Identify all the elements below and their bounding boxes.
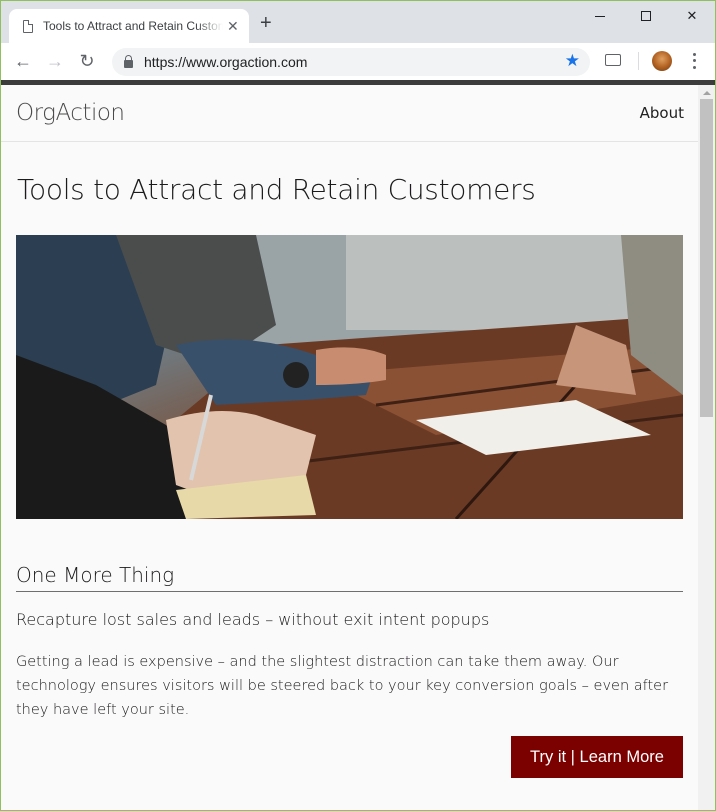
maximize-button[interactable] — [623, 1, 669, 31]
toolbar-divider — [638, 52, 639, 70]
maximize-icon — [641, 11, 651, 21]
site-header: OrgAction About — [1, 85, 698, 142]
new-tab-button[interactable]: + — [260, 13, 272, 33]
page-icon — [23, 19, 33, 33]
page-viewport: OrgAction About Tools to Attract and Ret… — [1, 85, 698, 810]
forward-button[interactable]: → — [39, 46, 71, 78]
window-controls: ✕ — [577, 1, 715, 31]
scroll-up-icon[interactable] — [703, 91, 711, 95]
close-icon: ✕ — [686, 8, 698, 23]
page-title: Tools to Attract and Retain Customers — [17, 173, 536, 206]
tab-close-icon[interactable]: ✕ — [227, 18, 239, 35]
scrollbar[interactable] — [698, 85, 715, 810]
address-bar[interactable]: https://www.orgaction.com ★ — [112, 48, 590, 76]
forward-icon: → — [46, 51, 64, 71]
hero-image — [16, 235, 683, 519]
browser-tab[interactable]: Tools to Attract and Retain Customers ✕ — [9, 9, 249, 43]
tab-strip: Tools to Attract and Retain Customers ✕ … — [1, 1, 715, 43]
nav-link-about[interactable]: About — [640, 104, 684, 122]
scroll-thumb[interactable] — [700, 99, 713, 417]
avatar[interactable] — [652, 51, 672, 71]
menu-icon[interactable] — [689, 51, 699, 71]
minimize-icon — [595, 15, 605, 17]
reload-icon: ↻ — [79, 51, 95, 71]
hero-illustration — [16, 235, 683, 519]
tab-title: Tools to Attract and Retain Customers — [43, 19, 223, 33]
close-window-button[interactable]: ✕ — [669, 1, 715, 31]
star-icon[interactable]: ★ — [565, 51, 580, 71]
back-icon: ← — [14, 51, 32, 71]
lock-icon — [124, 55, 133, 68]
url-text: https://www.orgaction.com — [144, 54, 308, 70]
brand-logo[interactable]: OrgAction — [16, 100, 125, 126]
minimize-button[interactable] — [577, 1, 623, 31]
back-button[interactable]: ← — [7, 46, 39, 78]
section-body: Getting a lead is expensive – and the sl… — [16, 654, 669, 718]
section-heading: One More Thing — [16, 563, 683, 592]
section-subheading: Recapture lost sales and leads – without… — [16, 610, 490, 629]
cast-icon[interactable] — [605, 54, 621, 66]
reload-button[interactable]: ↻ — [71, 46, 103, 78]
learn-more-button[interactable]: Try it | Learn More — [511, 736, 683, 778]
browser-toolbar: ← → ↻ https://www.orgaction.com ★ — [1, 43, 715, 80]
